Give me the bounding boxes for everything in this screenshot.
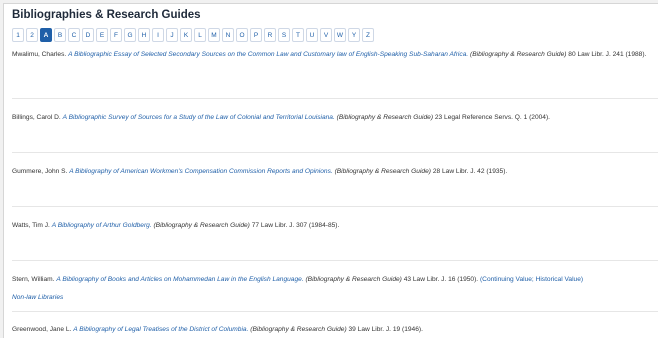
divider (12, 98, 658, 99)
entry-citation: 43 Law Libr. J. 16 (1950). (403, 276, 479, 283)
alphabet-letter-r[interactable]: R (264, 28, 276, 42)
alphabet-letter-o[interactable]: O (236, 28, 248, 42)
page-title: Bibliographies & Research Guides (12, 9, 201, 21)
entry-author: Stern, William. (12, 276, 55, 283)
entry-type: (Bibliography & Research Guide) (470, 51, 567, 58)
alphabet-letter-c[interactable]: C (68, 28, 80, 42)
entry-citation: 80 Law Libr. J. 241 (1988). (568, 51, 647, 58)
entry-author: Watts, Tim J. (12, 222, 50, 229)
alphabet-letter-e[interactable]: E (96, 28, 108, 42)
entry-author: Greenwood, Jane L. (12, 326, 72, 333)
alphabet-letter-a[interactable]: A (40, 28, 52, 42)
alphabet-letter-1[interactable]: 1 (12, 28, 24, 42)
entry-title-link[interactable]: A Bibliographic Survey of Sources for a … (63, 114, 335, 121)
list-item: Watts, Tim J. A Bibliography of Arthur G… (12, 222, 658, 229)
alphabet-letter-u[interactable]: U (306, 28, 318, 42)
list-item: Gummere, John S. A Bibliography of Ameri… (12, 168, 658, 175)
entry-type: (Bibliography & Research Guide) (334, 168, 431, 175)
alphabet-letter-l[interactable]: L (194, 28, 206, 42)
list-item: Greenwood, Jane L. A Bibliography of Leg… (12, 326, 658, 333)
entry-citation: 28 Law Libr. J. 42 (1935). (432, 168, 508, 175)
alphabet-letter-v[interactable]: V (320, 28, 332, 42)
entry-citation: 39 Law Libr. J. 19 (1946). (348, 326, 423, 333)
alphabet-letter-d[interactable]: D (82, 28, 94, 42)
entry-type: (Bibliography & Research Guide) (336, 114, 434, 121)
alphabet-letter-g[interactable]: G (124, 28, 136, 42)
alphabet-letter-2[interactable]: 2 (26, 28, 38, 42)
entry-type: (Bibliography & Research Guide) (250, 326, 347, 333)
entry-type: (Bibliography & Research Guide) (153, 222, 250, 229)
content-panel: Bibliographies & Research Guides 12ABCDE… (3, 3, 658, 338)
entry-author: Gummere, John S. (12, 168, 68, 175)
alphabet-letter-s[interactable]: S (278, 28, 290, 42)
alphabet-letter-p[interactable]: P (250, 28, 262, 42)
alphabet-letter-y[interactable]: Y (348, 28, 360, 42)
alphabet-letter-n[interactable]: N (222, 28, 234, 42)
alphabet-nav: 12ABCDEFGHIJKLMNOPRSTUVWYZ (12, 28, 374, 42)
list-item: Billings, Carol D. A Bibliographic Surve… (12, 114, 658, 121)
entry-title-link[interactable]: A Bibliography of American Workmen's Com… (69, 168, 333, 175)
entry-value-tags[interactable]: (Continuing Value; Historical Value) (480, 276, 583, 283)
alphabet-letter-z[interactable]: Z (362, 28, 374, 42)
entry-title-link[interactable]: A Bibliography of Legal Treatises of the… (73, 326, 248, 333)
entry-citation: 23 Legal Reference Servs. Q. 1 (2004). (434, 114, 550, 121)
divider (12, 206, 658, 207)
divider (12, 152, 658, 153)
alphabet-letter-j[interactable]: J (166, 28, 178, 42)
alphabet-letter-k[interactable]: K (180, 28, 192, 42)
divider (12, 311, 658, 312)
alphabet-letter-m[interactable]: M (208, 28, 220, 42)
alphabet-letter-t[interactable]: T (292, 28, 304, 42)
alphabet-letter-b[interactable]: B (54, 28, 66, 42)
alphabet-letter-w[interactable]: W (334, 28, 346, 42)
alphabet-letter-h[interactable]: H (138, 28, 150, 42)
entry-author: Mwalimu, Charles. (12, 51, 67, 58)
entry-type: (Bibliography & Research Guide) (305, 276, 402, 283)
list-item: Mwalimu, Charles. A Bibliographic Essay … (12, 51, 658, 58)
entry-author: Billings, Carol D. (12, 114, 61, 121)
alphabet-letter-i[interactable]: I (152, 28, 164, 42)
entry-title-link[interactable]: A Bibliography of Arthur Goldberg. (52, 222, 152, 229)
entry-citation: 77 Law Libr. J. 307 (1984-85). (251, 222, 340, 229)
list-item: Stern, William. A Bibliography of Books … (12, 276, 658, 283)
entry-title-link[interactable]: A Bibliographic Essay of Selected Second… (68, 51, 468, 58)
entry-title-link[interactable]: A Bibliography of Books and Articles on … (56, 276, 303, 283)
alphabet-letter-f[interactable]: F (110, 28, 122, 42)
non-law-libraries-link[interactable]: Non-law Libraries (12, 294, 63, 301)
divider (12, 260, 658, 261)
